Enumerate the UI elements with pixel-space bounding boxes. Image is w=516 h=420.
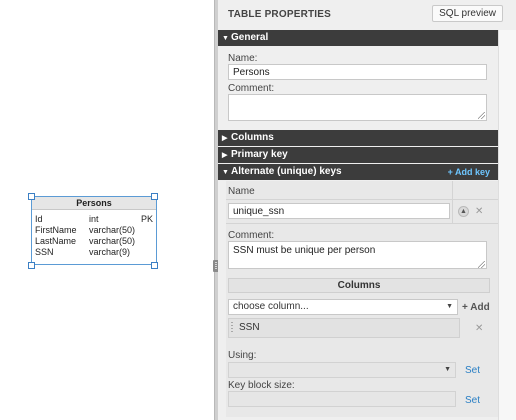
section-columns-header[interactable]: ▶ Columns xyxy=(218,130,498,146)
resize-handle-top-left[interactable] xyxy=(28,193,35,200)
column-name: FirstName xyxy=(35,225,77,235)
key-comment-input[interactable]: SSN must be unique per person xyxy=(228,241,487,269)
table-name-input[interactable] xyxy=(228,64,487,80)
name-label: Name: xyxy=(228,53,258,64)
table-properties-panel: TABLE PROPERTIES SQL preview ▼ General Na… xyxy=(218,0,516,420)
using-select[interactable]: ▼ xyxy=(228,362,456,378)
column-type: int xyxy=(89,214,99,224)
column-type: varchar(9) xyxy=(89,247,131,257)
key-block-size-label: Key block size: xyxy=(228,380,295,391)
column-divider xyxy=(452,181,453,223)
drag-handle-icon[interactable] xyxy=(231,322,233,334)
section-label: Columns xyxy=(231,132,274,143)
column-name: SSN xyxy=(35,247,54,257)
section-label: Alternate (unique) keys xyxy=(231,166,342,177)
column-name: Id xyxy=(35,214,43,224)
table-column-row: Id int PK xyxy=(32,214,156,225)
move-up-icon[interactable]: ▲ xyxy=(458,206,469,217)
choose-column-placeholder: choose column... xyxy=(233,301,309,312)
chevron-down-icon: ▼ xyxy=(444,366,451,373)
column-key: PK xyxy=(140,214,153,224)
resize-handle-top-right[interactable] xyxy=(151,193,158,200)
column-name: LastName xyxy=(35,236,77,246)
table-name: Persons xyxy=(32,197,156,210)
table-column-row: FirstName varchar(50) xyxy=(32,225,156,236)
column-type: varchar(50) xyxy=(89,225,136,235)
column-type: varchar(50) xyxy=(89,236,136,246)
choose-column-select[interactable]: choose column... ▼ xyxy=(228,299,458,315)
comment-label: Comment: xyxy=(228,83,275,94)
chevron-down-icon: ▼ xyxy=(446,303,453,310)
panel-scrollbar[interactable] xyxy=(498,30,516,420)
remove-key-icon[interactable]: ✕ xyxy=(475,207,483,217)
expanded-triangle-icon: ▼ xyxy=(222,169,229,176)
key-column-name: SSN xyxy=(239,322,260,333)
key-block-size-set-link[interactable]: Set xyxy=(465,395,480,406)
table-column-row: LastName varchar(50) xyxy=(32,236,156,247)
row-divider xyxy=(226,223,498,224)
remove-column-icon[interactable]: ✕ xyxy=(475,324,483,334)
section-general-header[interactable]: ▼ General xyxy=(218,30,498,46)
table-column-row: SSN varchar(9) xyxy=(32,247,156,258)
resize-handle-bottom-right[interactable] xyxy=(151,262,158,269)
key-name-input[interactable] xyxy=(228,203,450,219)
using-label: Using: xyxy=(228,350,257,361)
key-block-size-input[interactable] xyxy=(228,391,456,407)
key-columns-header: Columns xyxy=(228,278,490,293)
sql-preview-button[interactable]: SQL preview xyxy=(432,5,503,22)
section-label: General xyxy=(231,32,269,43)
collapsed-triangle-icon: ▶ xyxy=(222,152,228,159)
expanded-triangle-icon: ▼ xyxy=(222,35,229,42)
collapsed-triangle-icon: ▶ xyxy=(222,135,228,142)
section-primary-key-header[interactable]: ▶ Primary key xyxy=(218,147,498,163)
key-column-item[interactable]: SSN xyxy=(228,318,460,338)
table-comment-input[interactable] xyxy=(228,94,487,121)
section-label: Primary key xyxy=(231,149,288,160)
header-divider xyxy=(226,199,498,200)
panel-title: TABLE PROPERTIES xyxy=(228,9,332,20)
persons-table-entity[interactable]: Persons Id int PK FirstName varchar(50) … xyxy=(31,196,157,265)
add-column-link[interactable]: + Add xyxy=(462,302,490,313)
key-name-header: Name xyxy=(228,186,255,197)
resize-grip-icon[interactable] xyxy=(478,261,485,268)
using-set-link[interactable]: Set xyxy=(465,365,480,376)
diagram-canvas[interactable]: Persons Id int PK FirstName varchar(50) … xyxy=(0,0,214,420)
section-alternate-keys-header[interactable]: ▼ Alternate (unique) keys + Add key xyxy=(218,164,498,180)
add-key-link[interactable]: + Add key xyxy=(448,164,490,180)
resize-handle-bottom-left[interactable] xyxy=(28,262,35,269)
key-comment-label: Comment: xyxy=(228,230,275,241)
resize-grip-icon[interactable] xyxy=(478,112,485,119)
